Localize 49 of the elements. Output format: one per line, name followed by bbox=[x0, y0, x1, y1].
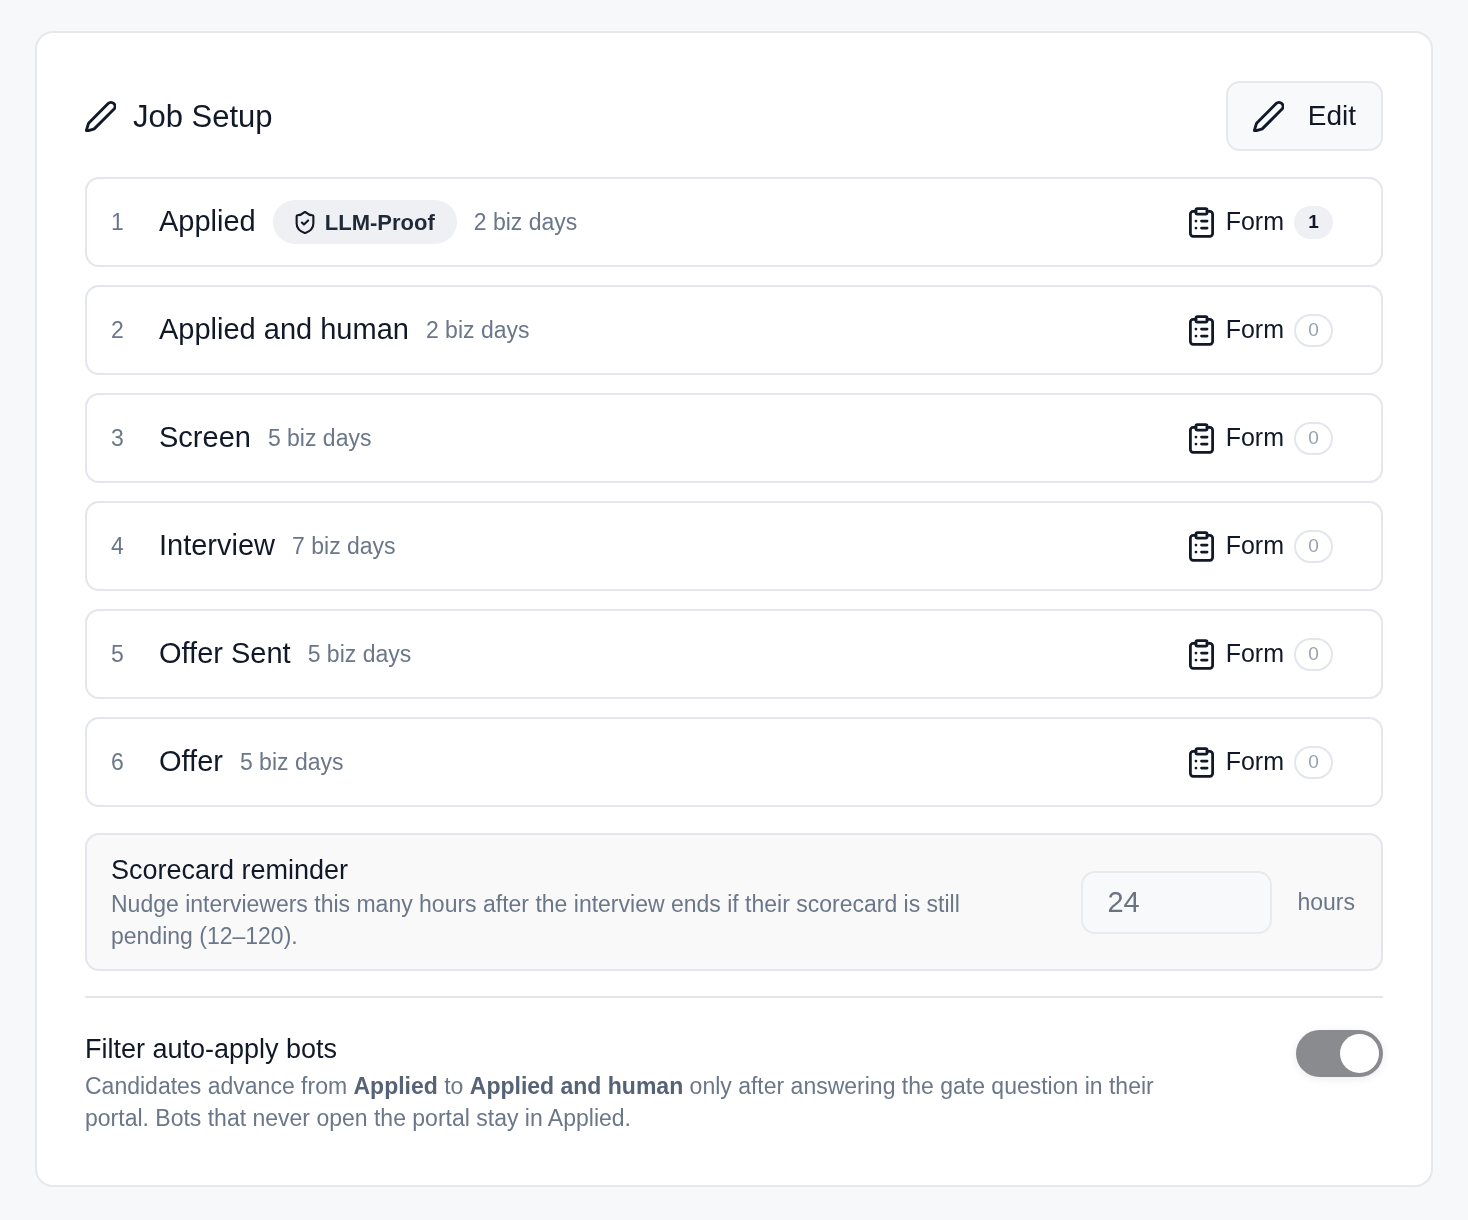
stage-name: Applied bbox=[159, 204, 256, 240]
toggle-switch[interactable] bbox=[1296, 1030, 1383, 1077]
stage-duration: 5 biz days bbox=[239, 747, 344, 777]
form-count: 1 bbox=[1294, 205, 1333, 239]
clipboard-list-icon bbox=[1188, 746, 1214, 778]
stage-duration: 2 biz days bbox=[425, 315, 530, 345]
form-count: 0 bbox=[1294, 529, 1333, 563]
stage-duration: 5 biz days bbox=[267, 423, 372, 453]
form-button[interactable]: Form bbox=[1188, 311, 1284, 349]
clipboard-list-icon bbox=[1188, 314, 1214, 346]
stage-name: Screen bbox=[159, 420, 251, 456]
page-title: Job Setup bbox=[133, 100, 273, 132]
stage-duration: 5 biz days bbox=[307, 639, 412, 669]
form-count: 0 bbox=[1294, 421, 1333, 455]
stage-name: Applied and human bbox=[159, 312, 409, 348]
pencil-icon bbox=[85, 100, 116, 132]
clipboard-list-icon bbox=[1188, 206, 1214, 238]
form-button[interactable]: Form bbox=[1188, 203, 1284, 241]
clipboard-list-icon bbox=[1188, 530, 1214, 562]
form-button[interactable]: Form bbox=[1188, 635, 1284, 673]
shield-check-icon bbox=[294, 210, 315, 234]
pencil-icon bbox=[1252, 100, 1284, 132]
badge-label: LLM-Proof bbox=[324, 208, 435, 237]
stage-number: 3 bbox=[111, 423, 125, 453]
setting-description: Candidates advance from Applied to Applied and human only after answering the gate question in their portal. Bots that never open the portal stay in Applied. bbox=[85, 1072, 1155, 1133]
stage-duration: 2 biz days bbox=[473, 207, 578, 237]
clipboard-list-icon bbox=[1188, 422, 1214, 454]
unit-label: hours bbox=[1297, 887, 1355, 917]
reminder-title: Scorecard reminder bbox=[111, 854, 350, 887]
form-count: 0 bbox=[1294, 745, 1333, 779]
form-button[interactable]: Form bbox=[1188, 419, 1284, 457]
stage-duration: 7 biz days bbox=[292, 531, 396, 561]
form-button[interactable]: Form bbox=[1188, 527, 1284, 565]
form-count: 0 bbox=[1294, 637, 1333, 671]
setting-title: Filter auto-apply bots bbox=[85, 1033, 339, 1066]
stage-number: 6 bbox=[111, 747, 125, 777]
hours-input[interactable]: 24 bbox=[1081, 870, 1273, 934]
stage-name: Interview bbox=[159, 528, 276, 564]
stage-number: 1 bbox=[111, 207, 125, 237]
clipboard-list-icon bbox=[1188, 638, 1214, 670]
form-button[interactable]: Form bbox=[1188, 743, 1284, 781]
form-count: 0 bbox=[1294, 313, 1333, 347]
reminder-description: Nudge interviewers this many hours after the interview ends if their scorecard is still pending (12–120). bbox=[111, 890, 961, 951]
stage-number: 5 bbox=[111, 639, 125, 669]
stage-number: 4 bbox=[111, 531, 125, 561]
stage-name: Offer Sent bbox=[159, 636, 291, 672]
edit-button[interactable]: Edit bbox=[1225, 81, 1383, 151]
stage-name: Offer bbox=[159, 744, 223, 780]
stage-number: 2 bbox=[111, 315, 125, 345]
